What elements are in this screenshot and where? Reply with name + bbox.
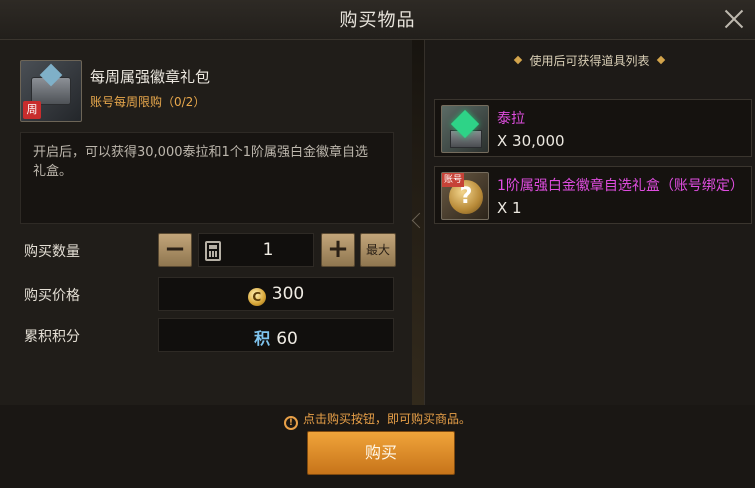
increase-button[interactable]: + — [321, 233, 355, 267]
quantity-input[interactable]: 1 — [198, 233, 314, 267]
reward-name: 泰拉 — [497, 111, 525, 127]
reward-item[interactable]: 泰拉 X 30,000 — [434, 99, 752, 157]
description-box: 开启后，可以获得30,000泰拉和1个1阶属强白金徽章自选礼盒。 — [20, 132, 394, 224]
points-box: 积 60 — [158, 318, 394, 352]
purchase-notice: ! 点击购买按钮，即可购买商品。 — [0, 410, 755, 430]
calculator-icon[interactable] — [205, 241, 221, 261]
price-label: 购买价格 — [24, 288, 80, 304]
rewards-header-text: 使用后可获得道具列表 — [529, 54, 650, 68]
points-icon: 积 — [254, 329, 271, 348]
chevron-left-icon — [412, 208, 426, 238]
quantity-value: 1 — [262, 240, 274, 260]
weekly-tag: 周 — [23, 101, 41, 119]
reward-quantity: X 30,000 — [497, 132, 565, 150]
reward-item[interactable]: ? 账号 1阶属强白金徽章自选礼盒（账号绑定） X 1 — [434, 166, 752, 224]
reward-quantity: X 1 — [497, 199, 522, 217]
reward-name: 1阶属强白金徽章自选礼盒（账号绑定） — [497, 178, 744, 194]
tera-crystal-icon — [441, 105, 489, 153]
warning-icon: ! — [283, 416, 298, 430]
decrease-button[interactable]: − — [158, 233, 192, 267]
price-box: C 300 — [158, 277, 394, 311]
package-name: 每周属强徽章礼包 — [90, 68, 211, 86]
package-icon: 周 — [20, 60, 82, 122]
notice-text: 点击购买按钮，即可购买商品。 — [302, 412, 471, 426]
badge-box-icon: ? 账号 — [441, 172, 489, 220]
diamond-icon — [656, 55, 665, 65]
coin-icon: C — [247, 288, 266, 306]
purchase-limit: 账号每周限购（0/2） — [90, 95, 206, 109]
close-icon[interactable] — [721, 6, 747, 32]
max-button[interactable]: 最大 — [360, 233, 396, 267]
package-description: 开启后，可以获得30,000泰拉和1个1阶属强白金徽章自选礼盒。 — [33, 145, 369, 179]
points-label: 累积积分 — [24, 329, 80, 345]
dialog-header: 购买物品 — [0, 0, 755, 40]
dialog-title: 购买物品 — [339, 10, 416, 31]
rewards-header: 使用后可获得道具列表 — [424, 52, 755, 69]
buy-button[interactable]: 购买 — [307, 431, 455, 475]
quantity-label: 购买数量 — [24, 244, 80, 260]
points-value: 60 — [276, 329, 298, 349]
account-tag: 账号 — [442, 173, 464, 187]
price-value: 300 — [271, 284, 305, 304]
diamond-icon — [514, 55, 523, 65]
